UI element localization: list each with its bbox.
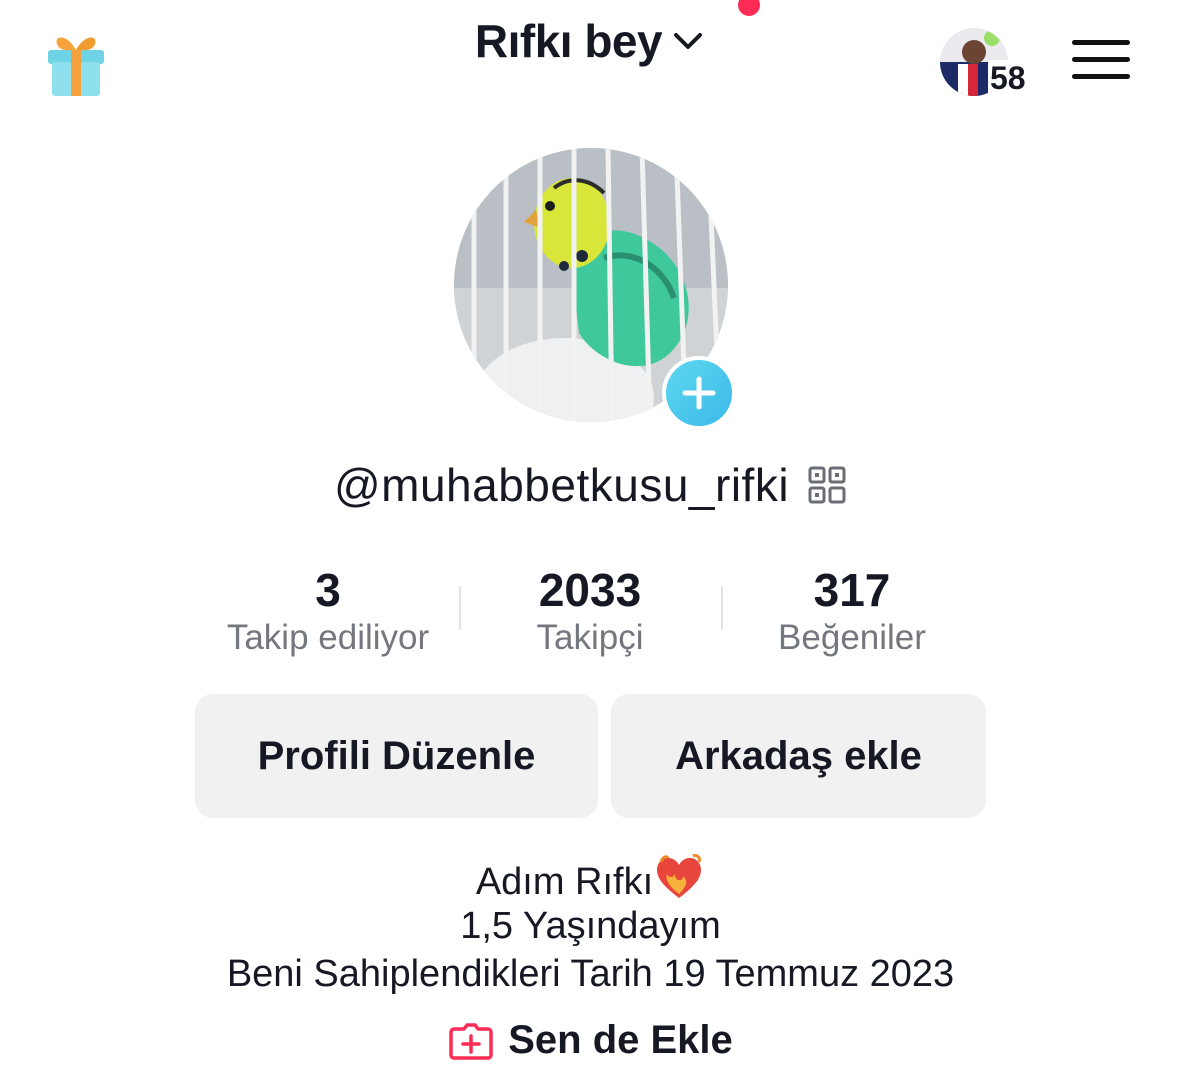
burning-heart-icon — [657, 854, 702, 898]
stat-following[interactable]: 3 Takip ediliyor — [198, 562, 458, 658]
stat-likes[interactable]: 317 Beğeniler — [722, 562, 982, 658]
bio-adoption-date: Beni Sahiplendikleri Tarih 19 Temmuz 202… — [226, 953, 955, 995]
add-box-icon[interactable] — [448, 1021, 494, 1061]
stat-label: Takip ediliyor — [226, 618, 430, 657]
stat-value: 3 — [315, 564, 341, 616]
edit-profile-button[interactable]: Profili Düzenle — [195, 694, 598, 818]
stat-value: 2033 — [538, 564, 642, 616]
stat-label: Takipçi — [536, 618, 644, 657]
plus-icon — [682, 376, 716, 410]
qr-code-icon[interactable] — [807, 465, 847, 505]
add-friend-button[interactable]: Arkadaş ekle — [611, 694, 986, 818]
bio-line: Adım Rıfkı — [0, 854, 1181, 906]
chevron-down-icon — [674, 33, 703, 49]
stat-label: Beğeniler — [778, 618, 926, 657]
stat-value: 317 — [813, 564, 891, 616]
add-link-button[interactable]: Sen de Ekle — [508, 1018, 733, 1063]
hamburger-menu-icon[interactable] — [1072, 40, 1130, 84]
bio-text: Adım Rıfkı — [475, 861, 654, 903]
stat-followers[interactable]: 2033 Takipçi — [460, 562, 720, 658]
username: @muhabbetkusu_rifki — [333, 459, 790, 511]
account-name: Rıfkı bey — [474, 15, 663, 67]
add-photo-button[interactable] — [662, 356, 736, 430]
bio-age: 1,5 Yaşındayım — [460, 905, 721, 947]
account-switcher[interactable]: Rıfkı bey — [475, 14, 706, 68]
friend-count-badge: 58 — [988, 60, 1028, 97]
